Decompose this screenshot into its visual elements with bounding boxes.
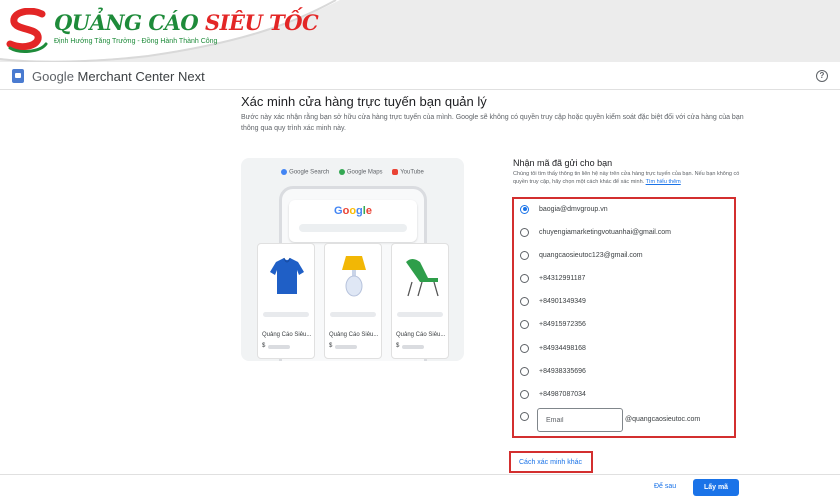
product-price: $: [262, 343, 266, 349]
chip-label: YouTube: [400, 169, 424, 176]
learn-more-link[interactable]: Tìm hiểu thêm: [646, 179, 681, 185]
product-price: $: [396, 343, 400, 349]
verify-description-text: Chúng tôi tìm thấy thông tin liên hệ này…: [513, 171, 740, 185]
radio-button[interactable]: [520, 411, 529, 421]
email-domain-suffix: @quangcaosieutoc.com: [625, 416, 701, 423]
verify-description: Chúng tôi tìm thấy thông tin liên hệ này…: [513, 170, 753, 186]
product-price: $: [329, 343, 333, 349]
contact-option[interactable]: +84934498168: [520, 341, 730, 355]
contact-option-label: quangcaosieutoc123@gmail.com: [539, 251, 643, 259]
contact-option-label: +84938335696: [539, 367, 586, 375]
product-card: Quảng Cáo Siêu... $: [257, 243, 315, 359]
contact-option[interactable]: +84312991187: [520, 271, 730, 285]
radio-button[interactable]: [520, 319, 529, 329]
contact-option[interactable]: +84915972356: [520, 317, 730, 331]
app-title: Google Merchant Center Next: [32, 69, 205, 84]
youtube-icon: [392, 169, 399, 175]
contact-option-label: chuyengiamarketingvotuanhai@gmail.com: [539, 228, 672, 236]
contact-option-label: +84312991187: [539, 274, 586, 282]
price-placeholder: [335, 345, 357, 349]
other-verification-link[interactable]: Cách xác minh khác: [519, 459, 582, 466]
chip-label: Google Maps: [346, 169, 383, 176]
brand-title: QUẢNG CÁO SIÊU TỐC: [54, 10, 319, 35]
chip-google-search: Google Search: [281, 169, 329, 176]
verify-title: Nhận mã đã gửi cho bạn: [513, 158, 613, 168]
radio-button[interactable]: [520, 273, 529, 283]
illustration-card: Google Search Google Maps YouTube Google…: [241, 158, 464, 361]
product-title-placeholder: [397, 312, 443, 317]
other-method-highlight: Cách xác minh khác: [509, 451, 593, 473]
contact-option-label: +84901349349: [539, 297, 586, 305]
radio-button[interactable]: [520, 343, 529, 353]
later-button[interactable]: Để sau: [654, 483, 676, 490]
chip-label: Google Search: [289, 169, 330, 176]
help-icon[interactable]: ?: [816, 70, 828, 82]
search-bar: [299, 224, 407, 232]
brand-tagline: Định Hướng Tăng Trưởng - Đồng Hành Thành…: [54, 38, 218, 45]
radio-button[interactable]: [520, 389, 529, 399]
contact-option-label: +84934498168: [539, 344, 586, 352]
google-logo: Google: [334, 205, 372, 217]
contact-option[interactable]: quangcaosieutoc123@gmail.com: [520, 248, 730, 262]
brand-title-red: SIÊU TỐC: [204, 10, 319, 35]
merchant-center-icon: [12, 69, 24, 83]
contact-option[interactable]: +84901349349: [520, 294, 730, 308]
contact-option[interactable]: +84938335696: [520, 364, 730, 378]
lamp-icon: [342, 256, 366, 297]
radio-button[interactable]: [520, 366, 529, 376]
search-box: Google: [289, 200, 417, 242]
product-title-placeholder: [263, 312, 309, 317]
price-placeholder: [268, 345, 290, 349]
radio-button[interactable]: [520, 227, 529, 237]
product-card: Quảng Cáo Siêu... $: [391, 243, 449, 359]
app-title-google: Google: [32, 69, 74, 84]
get-code-button[interactable]: Lấy mã: [693, 479, 739, 496]
surface-chips: Google Search Google Maps YouTube: [241, 169, 464, 176]
contact-option[interactable]: baogia@dmvgroup.vn: [520, 202, 730, 216]
chair-icon: [406, 259, 439, 297]
app-header: Google Merchant Center Next ?: [0, 62, 840, 90]
chip-google-maps: Google Maps: [338, 169, 383, 176]
contact-option-label: baogia@dmvgroup.vn: [539, 205, 608, 213]
app-title-rest: Merchant Center Next: [73, 69, 205, 84]
footer-bar: Để sau Lấy mã: [0, 474, 840, 500]
google-search-icon: [281, 169, 288, 175]
brand-logo-icon: [6, 8, 48, 53]
custom-email-option[interactable]: [520, 409, 534, 423]
product-name: Quảng Cáo Siêu...: [262, 332, 312, 338]
page-title: Xác minh cửa hàng trực tuyến bạn quản lý: [241, 94, 487, 109]
radio-button[interactable]: [520, 296, 529, 306]
shirt-icon: [270, 257, 304, 294]
product-name: Quảng Cáo Siêu...: [329, 332, 379, 338]
brand-title-green: QUẢNG CÁO: [54, 10, 199, 35]
contact-option-label: +84915972356: [539, 320, 586, 328]
price-placeholder: [402, 345, 424, 349]
email-input[interactable]: [537, 408, 623, 432]
product-card: Quảng Cáo Siêu... $: [324, 243, 382, 359]
product-title-placeholder: [330, 312, 376, 317]
radio-button[interactable]: [520, 250, 529, 260]
contact-option[interactable]: +84987087034: [520, 387, 730, 401]
map-pin-icon: [338, 169, 345, 175]
chip-youtube: YouTube: [392, 169, 424, 176]
contact-option[interactable]: chuyengiamarketingvotuanhai@gmail.com: [520, 225, 730, 239]
radio-button[interactable]: [520, 204, 529, 214]
contact-option-label: +84987087034: [539, 390, 586, 398]
page-description: Bước này xác nhận rằng bạn sở hữu cửa hà…: [241, 114, 744, 132]
product-name: Quảng Cáo Siêu...: [396, 332, 446, 338]
